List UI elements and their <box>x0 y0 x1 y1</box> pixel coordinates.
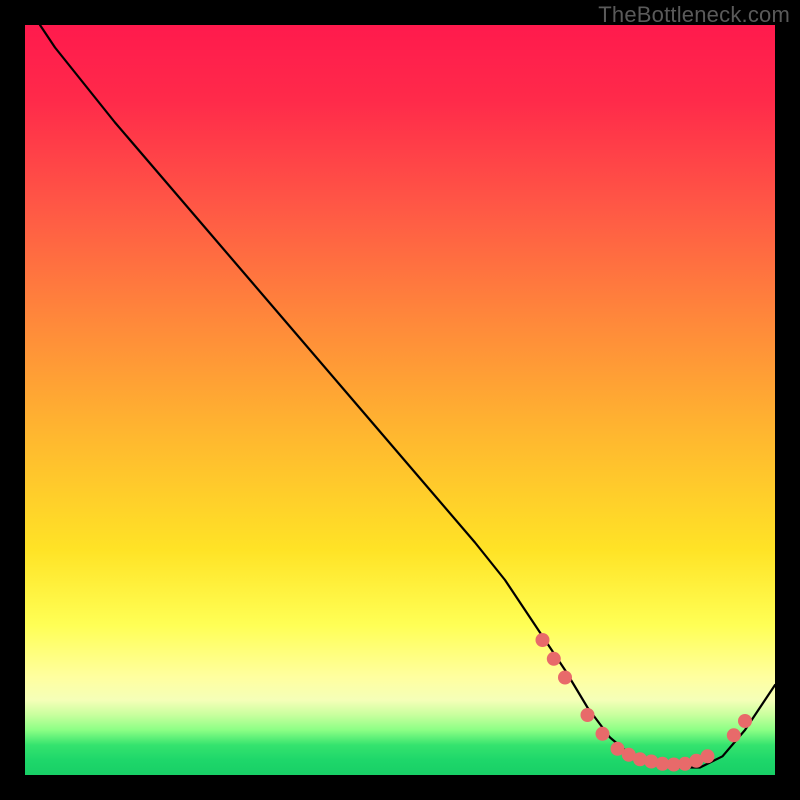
marker-dot <box>701 749 715 763</box>
marker-dot <box>581 708 595 722</box>
marker-dot <box>536 633 550 647</box>
marker-dot <box>558 671 572 685</box>
marker-dot <box>547 652 561 666</box>
marker-dot <box>738 714 752 728</box>
bottleneck-curve <box>40 25 775 768</box>
marker-dot <box>727 728 741 742</box>
marker-cluster <box>536 633 753 772</box>
chart-frame: TheBottleneck.com <box>0 0 800 800</box>
marker-dot <box>596 727 610 741</box>
gradient-plot-area <box>25 25 775 775</box>
curve-svg <box>25 25 775 775</box>
